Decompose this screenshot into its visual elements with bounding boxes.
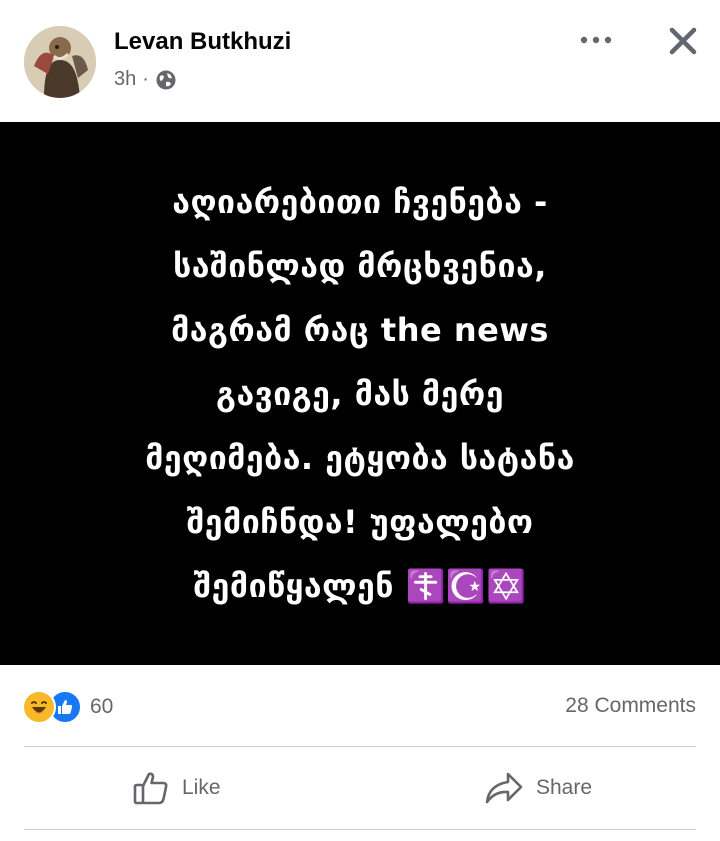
like-label: Like bbox=[182, 776, 221, 799]
share-label: Share bbox=[536, 776, 593, 799]
thumbs-up-icon bbox=[133, 772, 168, 805]
post-header: Levan Butkhuzi 3h · bbox=[0, 0, 720, 122]
author-name[interactable]: Levan Butkhuzi bbox=[114, 28, 291, 56]
haha-reaction-icon bbox=[22, 690, 56, 724]
post-actions: Like Share bbox=[0, 747, 720, 829]
engagement-summary: 60 28 Comments bbox=[0, 666, 720, 746]
share-arrow-icon bbox=[485, 772, 523, 804]
post-text-background: აღიარებითი ჩვენება - საშინლად მრცხვენია,… bbox=[0, 122, 720, 665]
comments-count-link[interactable]: 28 Comments bbox=[565, 694, 696, 718]
avatar[interactable] bbox=[24, 26, 96, 98]
close-icon[interactable] bbox=[660, 18, 706, 64]
meta-separator: · bbox=[142, 68, 149, 90]
reactions-summary[interactable]: 60 bbox=[22, 690, 113, 724]
share-button[interactable]: Share bbox=[484, 769, 592, 807]
reaction-count: 60 bbox=[90, 695, 114, 718]
like-button[interactable]: Like bbox=[132, 769, 221, 807]
post-time[interactable]: 3h bbox=[114, 68, 136, 91]
divider bbox=[24, 829, 696, 830]
post-meta: 3h · bbox=[114, 68, 177, 91]
more-options-icon[interactable] bbox=[574, 22, 618, 58]
post-text: აღიარებითი ჩვენება - საშინლად მრცხვენია,… bbox=[145, 182, 575, 605]
globe-icon bbox=[155, 69, 177, 91]
